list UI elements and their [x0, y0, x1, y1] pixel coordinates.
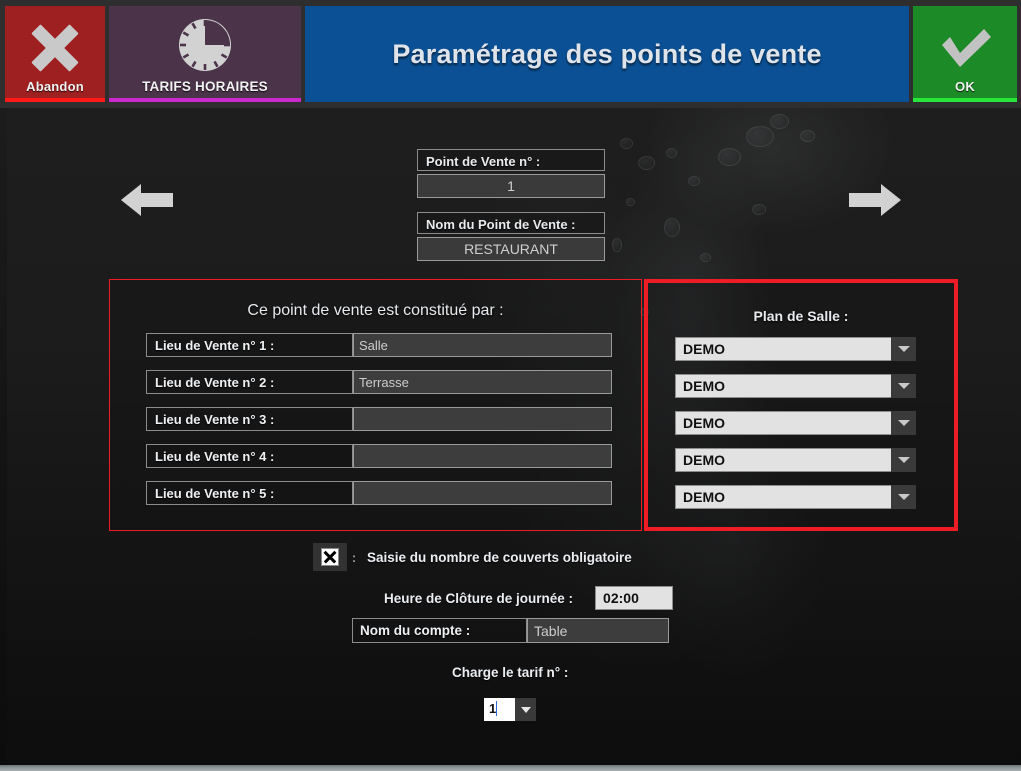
- window-title-bar: Paramétrage des points de vente: [305, 6, 909, 102]
- plan-de-salle-select-2-value: DEMO: [675, 374, 891, 398]
- pdv-number-label: Point de Vente n° :: [417, 149, 605, 171]
- plan-de-salle-select-3[interactable]: DEMO: [675, 411, 916, 435]
- tarifs-horaires-button[interactable]: TARIFS HORAIRES: [109, 6, 301, 102]
- lieu-de-vente-2-input[interactable]: Terrasse: [353, 370, 612, 394]
- lieu-de-vente-4-label: Lieu de Vente n° 4 :: [146, 444, 353, 468]
- plan-de-salle-row: DEMO: [648, 485, 954, 509]
- clock-icon: [176, 16, 234, 74]
- account-name-field[interactable]: Table: [527, 618, 669, 643]
- point-de-vente-header-group: Point de Vente n° : 1 Nom du Point de Ve…: [417, 149, 605, 261]
- lieu-de-vente-row: Lieu de Vente n° 2 : Terrasse: [110, 370, 641, 394]
- tarif-select-value: 1: [484, 698, 515, 721]
- plan-de-salle-select-4-value: DEMO: [675, 448, 891, 472]
- ok-underline: [913, 98, 1017, 102]
- lieu-de-vente-row: Lieu de Vente n° 3 :: [110, 407, 641, 431]
- closing-hour-field[interactable]: 02:00: [595, 586, 674, 610]
- lieux-de-vente-panel: Ce point de vente est constitué par : Li…: [109, 279, 642, 531]
- lieu-de-vente-5-input[interactable]: [353, 481, 612, 505]
- plan-de-salle-select-1-value: DEMO: [675, 337, 891, 361]
- couverts-checkbox-label: Saisie du nombre de couverts obligatoire: [367, 549, 632, 565]
- lieu-de-vente-3-input[interactable]: [353, 407, 612, 431]
- lieu-de-vente-row: Lieu de Vente n° 5 :: [110, 481, 641, 505]
- plan-de-salle-select-3-value: DEMO: [675, 411, 891, 435]
- lieu-de-vente-5-label: Lieu de Vente n° 5 :: [146, 481, 353, 505]
- plan-de-salle-row: DEMO: [648, 374, 954, 398]
- left-edge-strip: [0, 108, 7, 765]
- plan-de-salle-row: DEMO: [648, 337, 954, 361]
- closing-hour-row: Heure de Clôture de journée : 02:00: [384, 586, 674, 610]
- abandon-button[interactable]: Abandon: [5, 6, 105, 102]
- application-window: Abandon TARIFS HORAIRES Paramétrage des …: [0, 0, 1021, 771]
- tarif-label: Charge le tarif n° :: [452, 665, 569, 680]
- next-arrow-button[interactable]: [847, 179, 903, 221]
- lieu-de-vente-4-input[interactable]: [353, 444, 612, 468]
- page-title: Paramétrage des points de vente: [392, 38, 822, 69]
- chevron-down-icon[interactable]: [891, 485, 916, 509]
- plan-de-salle-select-2[interactable]: DEMO: [675, 374, 916, 398]
- plan-de-salle-select-4[interactable]: DEMO: [675, 448, 916, 472]
- pdv-number-field[interactable]: 1: [417, 174, 605, 198]
- ok-button-label: OK: [955, 79, 975, 94]
- account-name-label: Nom du compte :: [352, 618, 527, 643]
- bottom-status-strip: [0, 765, 1021, 771]
- couverts-checkbox[interactable]: [313, 543, 347, 571]
- chevron-down-icon[interactable]: [891, 411, 916, 435]
- tarifs-underline: [109, 98, 301, 102]
- lieu-de-vente-1-input[interactable]: Salle: [353, 333, 612, 357]
- abandon-button-label: Abandon: [26, 79, 84, 94]
- plan-de-salle-select-5[interactable]: DEMO: [675, 485, 916, 509]
- plan-de-salle-select-5-value: DEMO: [675, 485, 891, 509]
- account-name-row: Nom du compte : Table: [352, 618, 669, 643]
- plan-de-salle-select-1[interactable]: DEMO: [675, 337, 916, 361]
- checkmark-icon: [937, 26, 993, 68]
- lieu-de-vente-2-label: Lieu de Vente n° 2 :: [146, 370, 353, 394]
- checkbox-x-icon: [321, 548, 339, 566]
- abandon-underline: [5, 98, 105, 102]
- couverts-checkbox-row: : Saisie du nombre de couverts obligatoi…: [313, 543, 632, 571]
- pdv-name-label: Nom du Point de Vente :: [417, 212, 605, 234]
- chevron-down-icon[interactable]: [891, 374, 916, 398]
- chevron-down-icon[interactable]: [891, 337, 916, 361]
- main-content: Point de Vente n° : 1 Nom du Point de Ve…: [0, 108, 1021, 771]
- pdv-name-field[interactable]: RESTAURANT: [417, 237, 605, 261]
- chevron-down-icon[interactable]: [515, 698, 536, 721]
- couverts-checkbox-separator: :: [351, 549, 357, 565]
- plan-de-salle-panel: Plan de Salle : DEMO DEMO DEMO DEMO DEMO: [644, 279, 958, 531]
- close-x-icon: [31, 24, 79, 72]
- lieu-de-vente-1-label: Lieu de Vente n° 1 :: [146, 333, 353, 357]
- plan-de-salle-panel-title: Plan de Salle :: [753, 308, 849, 324]
- plan-de-salle-row: DEMO: [648, 411, 954, 435]
- lieux-de-vente-panel-title: Ce point de vente est constitué par :: [247, 302, 504, 319]
- previous-arrow-button[interactable]: [119, 179, 175, 221]
- tarif-select[interactable]: 1: [484, 698, 536, 721]
- closing-hour-label: Heure de Clôture de journée :: [384, 590, 574, 606]
- ok-button[interactable]: OK: [913, 6, 1017, 102]
- plan-de-salle-row: DEMO: [648, 448, 954, 472]
- chevron-down-icon[interactable]: [891, 448, 916, 472]
- lieu-de-vente-row: Lieu de Vente n° 1 : Salle: [110, 333, 641, 357]
- lieu-de-vente-3-label: Lieu de Vente n° 3 :: [146, 407, 353, 431]
- tarifs-horaires-button-label: TARIFS HORAIRES: [142, 79, 268, 94]
- lieu-de-vente-row: Lieu de Vente n° 4 :: [110, 444, 641, 468]
- toolbar: Abandon TARIFS HORAIRES Paramétrage des …: [0, 0, 1021, 108]
